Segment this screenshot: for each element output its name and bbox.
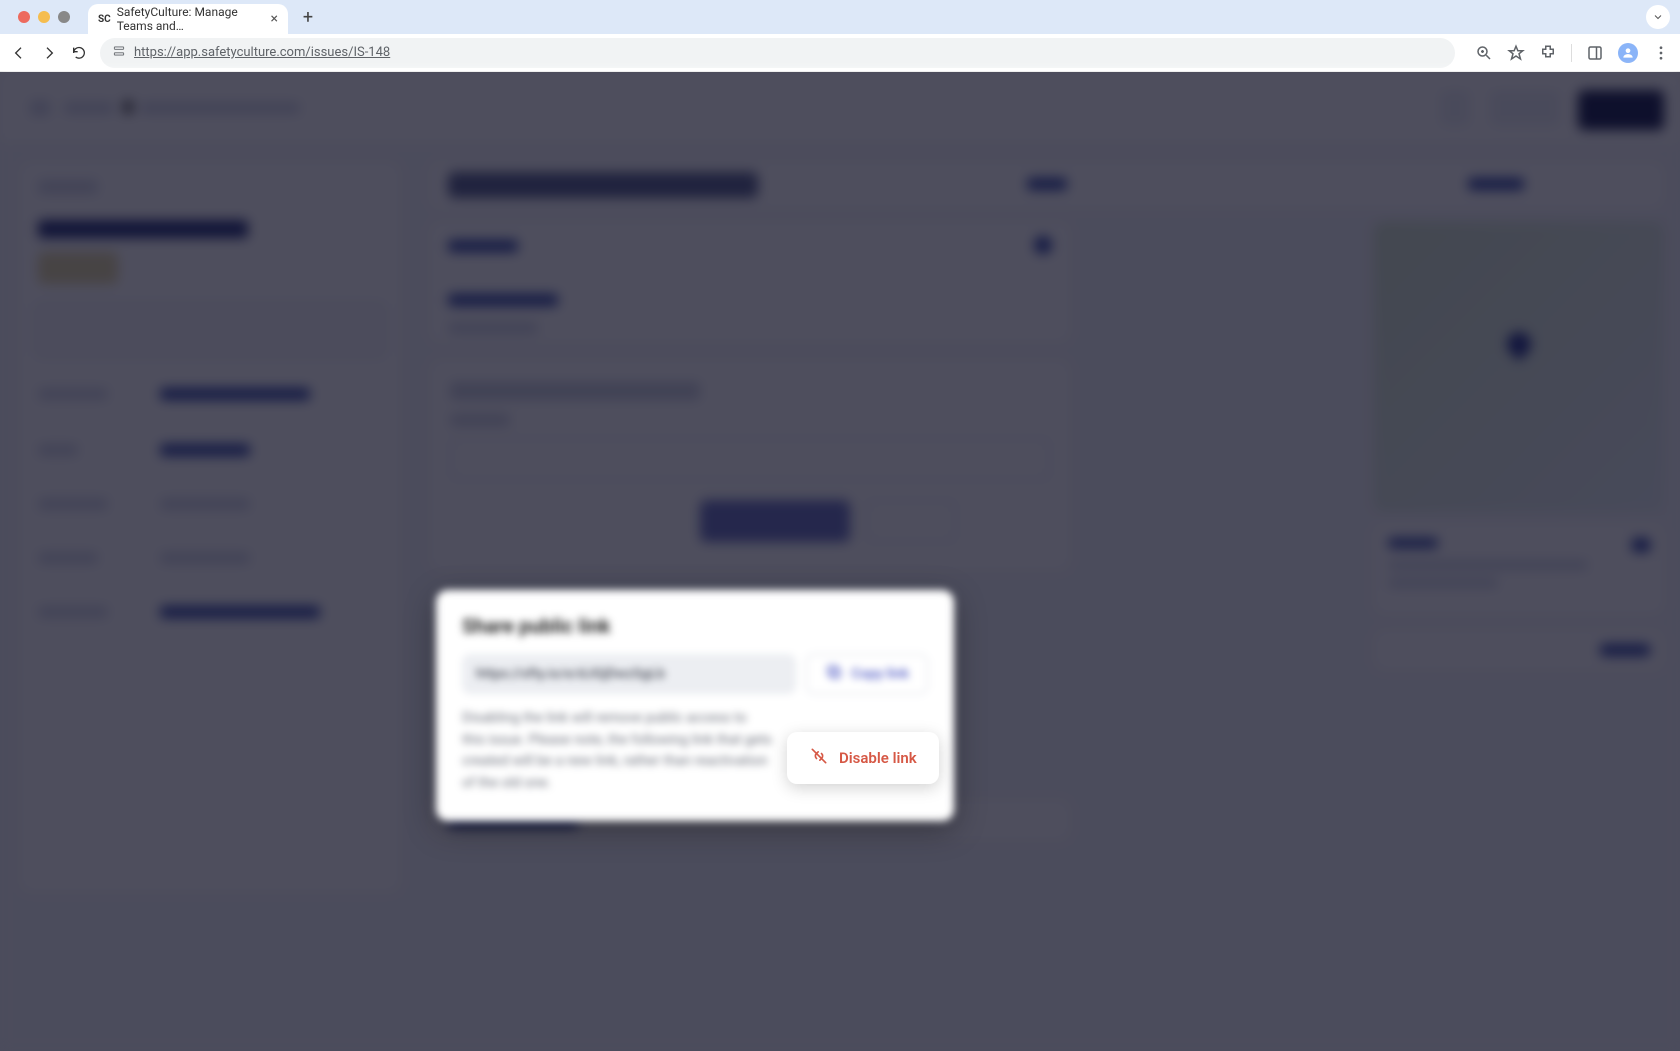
maximize-window-icon[interactable]: [58, 11, 70, 23]
toolbar-divider: [1571, 44, 1572, 62]
url-text: https://app.safetyculture.com/issues/IS-…: [134, 45, 390, 60]
toolbar-actions: [1475, 43, 1670, 63]
site-settings-icon[interactable]: [112, 44, 126, 62]
disable-link-label: Disable link: [839, 749, 917, 767]
modal-backdrop[interactable]: [0, 72, 1680, 1051]
close-tab-icon[interactable]: ×: [271, 11, 278, 27]
tab-overflow-button[interactable]: [1646, 5, 1670, 29]
reload-button[interactable]: [70, 44, 88, 62]
favicon-icon: SC: [98, 12, 111, 26]
browser-toolbar: https://app.safetyculture.com/issues/IS-…: [0, 34, 1680, 72]
back-button[interactable]: [10, 44, 28, 62]
minimize-window-icon[interactable]: [38, 11, 50, 23]
forward-button[interactable]: [40, 44, 58, 62]
browser-tab[interactable]: SC SafetyCulture: Manage Teams and… ×: [88, 4, 288, 34]
extensions-icon[interactable]: [1539, 44, 1557, 62]
sidepanel-icon[interactable]: [1586, 44, 1604, 62]
page-viewport: Share public link Copy link Disabling th…: [0, 72, 1680, 1051]
disable-link-button[interactable]: Disable link: [787, 732, 939, 784]
tab-bar: SC SafetyCulture: Manage Teams and… × +: [0, 0, 1680, 34]
link-off-icon: [809, 746, 829, 770]
bookmark-icon[interactable]: [1507, 44, 1525, 62]
window-controls: [8, 11, 80, 23]
address-bar[interactable]: https://app.safetyculture.com/issues/IS-…: [100, 38, 1455, 68]
zoom-icon[interactable]: [1475, 44, 1493, 62]
tab-title: SafetyCulture: Manage Teams and…: [117, 5, 265, 33]
kebab-menu-icon[interactable]: [1652, 44, 1670, 62]
profile-avatar[interactable]: [1618, 43, 1638, 63]
close-window-icon[interactable]: [18, 11, 30, 23]
browser-chrome: SC SafetyCulture: Manage Teams and… × + …: [0, 0, 1680, 72]
new-tab-button[interactable]: +: [294, 3, 322, 31]
